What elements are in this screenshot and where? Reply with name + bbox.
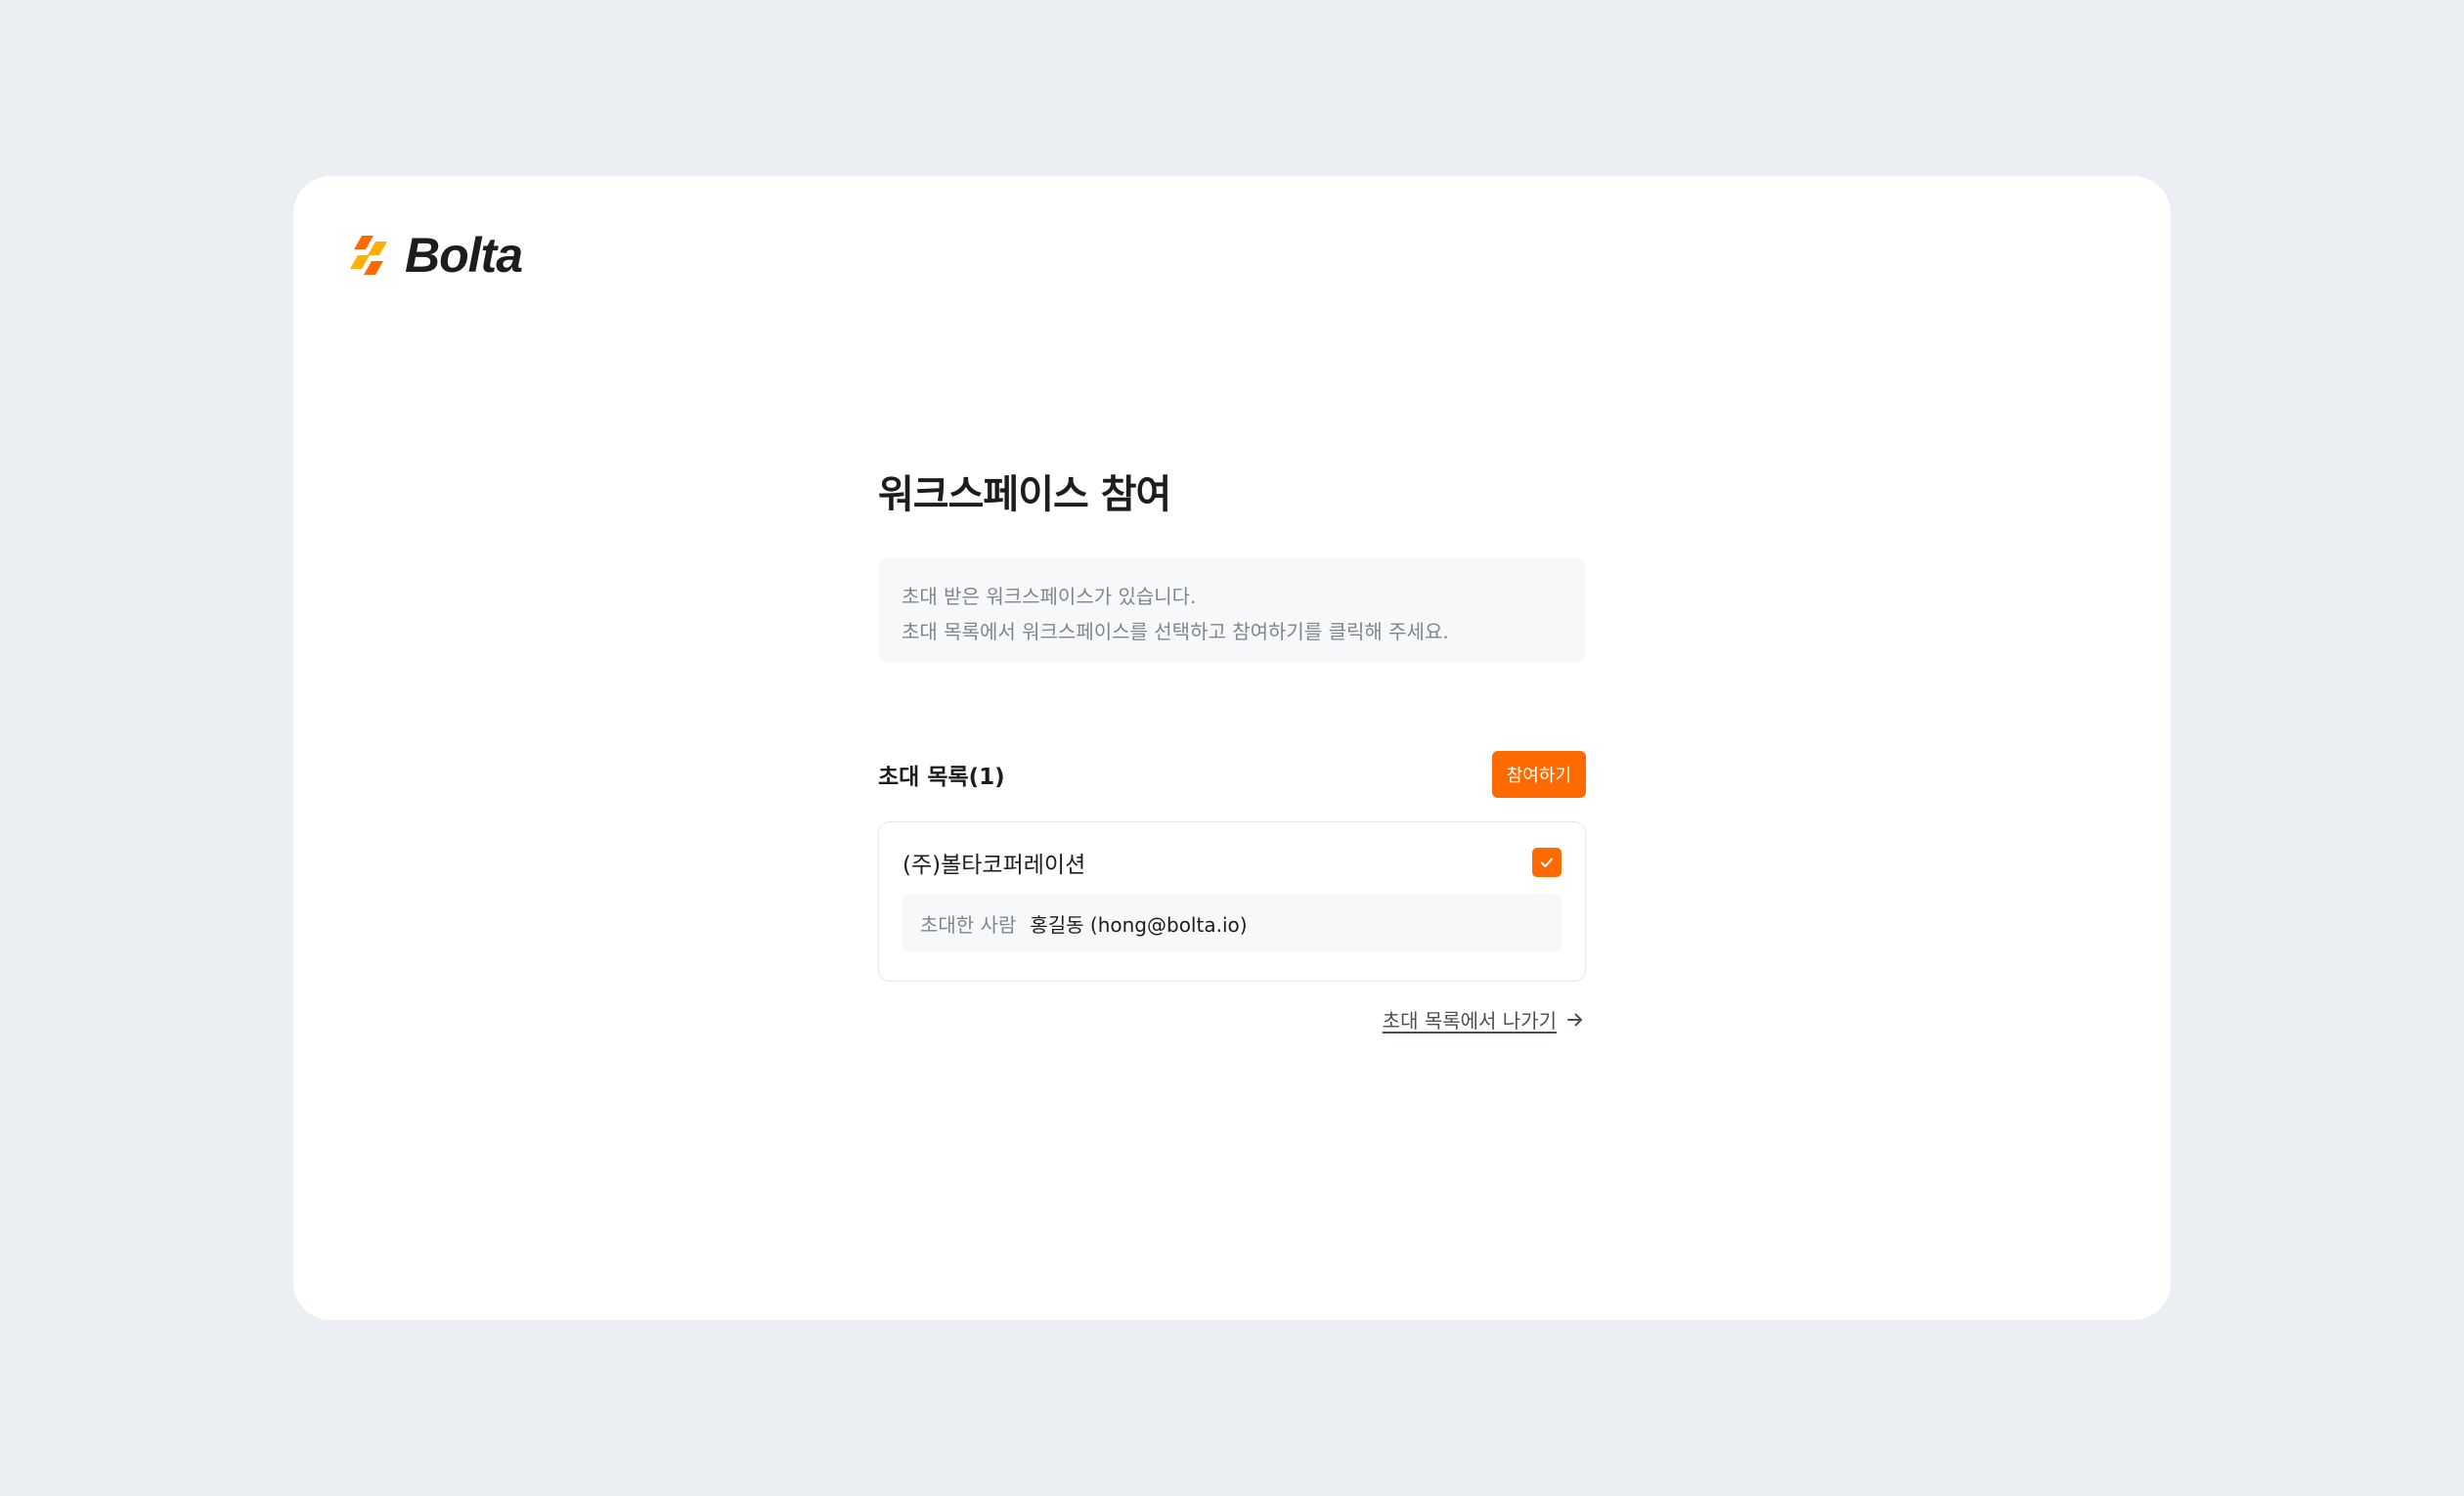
leave-invites-link[interactable]: 초대 목록에서 나가기: [1383, 1005, 1557, 1034]
invite-list-title: 초대 목록(1): [878, 765, 1005, 790]
leave-row: 초대 목록에서 나가기: [878, 1005, 1586, 1034]
join-button[interactable]: 참여하기: [1491, 751, 1586, 798]
check-icon: [1541, 858, 1553, 867]
page-title: 워크스페이스 참여: [878, 472, 1171, 517]
inviter-value: 홍길동 (hong@bolta.io): [1030, 912, 1248, 937]
invite-item[interactable]: (주)볼타코퍼레이션 초대한 사람 홍길동 (hong@bolta.io): [878, 821, 1586, 982]
notice-line-2: 초대 목록에서 워크스페이스를 선택하고 참여하기를 클릭해 주세요.: [902, 620, 1449, 643]
notice-line-1: 초대 받은 워크스페이스가 있습니다.: [902, 585, 1197, 608]
inviter-label: 초대한 사람: [920, 912, 1017, 937]
bolt-stripes-icon: [350, 236, 387, 275]
invite-list-header: 초대 목록(1) 참여하기: [878, 751, 1586, 798]
main-content: 워크스페이스 참여 초대 받은 워크스페이스가 있습니다. 초대 목록에서 워크…: [878, 467, 1586, 1034]
notice-box: 초대 받은 워크스페이스가 있습니다. 초대 목록에서 워크스페이스를 선택하고…: [878, 557, 1586, 663]
company-name: (주)볼타코퍼레이션: [902, 853, 1086, 878]
bolta-logo: Bolta: [350, 227, 523, 284]
invite-checkbox[interactable]: [1532, 848, 1562, 877]
workspace-join-card: Bolta 워크스페이스 참여 초대 받은 워크스페이스가 있습니다. 초대 목…: [293, 176, 2171, 1320]
arrow-right-icon[interactable]: [1564, 1009, 1586, 1031]
logo-text: Bolta: [405, 228, 523, 283]
invite-item-header: (주)볼타코퍼레이션: [902, 846, 1562, 879]
inviter-info: 초대한 사람 홍길동 (hong@bolta.io): [902, 894, 1562, 952]
